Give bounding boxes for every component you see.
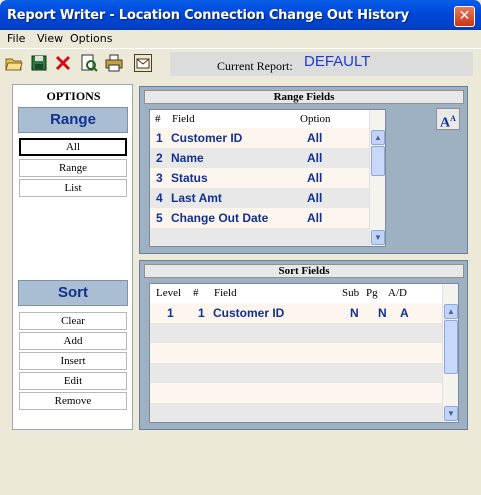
table-row[interactable]: 4 Last Amt All xyxy=(150,188,370,208)
col-num: # xyxy=(193,287,199,299)
row-num: 1 xyxy=(156,131,163,145)
sort-add-button[interactable]: Add xyxy=(19,332,127,350)
range-fields-grid: # Field Option 1 Customer ID All 2 Name … xyxy=(149,109,386,247)
table-row-empty xyxy=(150,403,442,422)
current-report-value: DEFAULT xyxy=(304,53,371,70)
sort-remove-button[interactable]: Remove xyxy=(19,392,127,410)
row-num: 3 xyxy=(156,171,163,185)
col-sub: Sub xyxy=(342,287,360,299)
window-title: Report Writer - Location Connection Chan… xyxy=(7,8,409,23)
col-option: Option xyxy=(300,113,331,125)
row-pg: N xyxy=(378,306,387,320)
table-row[interactable]: 2 Name All xyxy=(150,148,370,168)
save-icon[interactable] xyxy=(30,54,48,72)
row-num: 1 xyxy=(198,306,205,320)
row-field: Name xyxy=(171,151,204,165)
row-field: Change Out Date xyxy=(171,211,269,225)
table-row[interactable]: 3 Status All xyxy=(150,168,370,188)
row-num: 4 xyxy=(156,191,163,205)
row-option: All xyxy=(307,191,323,205)
col-field: Field xyxy=(172,113,195,125)
mail-icon[interactable] xyxy=(134,54,152,72)
row-sub: N xyxy=(350,306,359,320)
table-row[interactable]: 1 Customer ID All xyxy=(150,128,370,148)
scroll-thumb[interactable] xyxy=(371,146,385,176)
col-level: Level xyxy=(156,287,182,299)
sort-scrollbar[interactable]: ▲ ▼ xyxy=(442,284,458,422)
open-folder-icon[interactable] xyxy=(5,54,23,72)
range-range-button[interactable]: Range xyxy=(19,159,127,177)
delete-icon[interactable] xyxy=(54,54,72,72)
row-field: Last Amt xyxy=(171,191,222,205)
sort-header: Sort xyxy=(18,280,128,306)
title-bar: Report Writer - Location Connection Chan… xyxy=(0,0,481,30)
sort-insert-button[interactable]: Insert xyxy=(19,352,127,370)
print-icon[interactable] xyxy=(105,54,123,72)
preview-icon[interactable] xyxy=(80,54,98,72)
range-scrollbar[interactable]: ▲ ▼ xyxy=(369,110,385,246)
row-num: 2 xyxy=(156,151,163,165)
row-option: All xyxy=(307,151,323,165)
sort-grid-header: Level # Field Sub Pg A/D xyxy=(150,284,442,301)
scroll-up-icon[interactable]: ▲ xyxy=(371,130,385,145)
range-header: Range xyxy=(18,107,128,133)
table-row[interactable]: 5 Change Out Date All xyxy=(150,208,370,228)
col-num: # xyxy=(155,113,161,125)
table-row-empty xyxy=(150,343,442,363)
row-num: 5 xyxy=(156,211,163,225)
table-row-empty xyxy=(150,228,370,246)
row-field: Status xyxy=(171,171,208,185)
menu-bar: File View Options xyxy=(0,30,481,47)
table-row-empty xyxy=(150,363,442,383)
close-icon[interactable]: ✕ xyxy=(454,6,475,27)
table-row-empty xyxy=(150,383,442,403)
menu-view[interactable]: View xyxy=(37,32,63,45)
current-report-panel: Current Report: DEFAULT xyxy=(170,52,473,76)
scroll-down-icon[interactable]: ▼ xyxy=(444,406,458,421)
sort-fields-grid: Level # Field Sub Pg A/D 1 1 Customer ID… xyxy=(149,283,459,423)
sort-fields-group: Sort Fields Level # Field Sub Pg A/D 1 1… xyxy=(139,260,468,430)
sort-edit-button[interactable]: Edit xyxy=(19,372,127,390)
options-panel: OPTIONS Range All Range List Sort Clear … xyxy=(12,84,133,430)
col-ad: A/D xyxy=(388,287,407,299)
row-option: All xyxy=(307,131,323,145)
row-option: All xyxy=(307,171,323,185)
row-level: 1 xyxy=(167,306,174,320)
range-fields-group: Range Fields # Field Option 1 Customer I… xyxy=(139,86,468,254)
range-grid-header: # Field Option xyxy=(150,110,370,127)
font-button-label: A xyxy=(440,115,451,131)
status-bar xyxy=(0,480,481,495)
sort-fields-header: Sort Fields xyxy=(144,264,464,278)
range-fields-header: Range Fields xyxy=(144,90,464,104)
sort-clear-button[interactable]: Clear xyxy=(19,312,127,330)
scroll-down-icon[interactable]: ▼ xyxy=(371,230,385,245)
range-all-button[interactable]: All xyxy=(19,138,127,156)
row-option: All xyxy=(307,211,323,225)
menu-options[interactable]: Options xyxy=(70,32,112,45)
menu-file[interactable]: File xyxy=(7,32,25,45)
row-field: Customer ID xyxy=(171,131,243,145)
row-ad: A xyxy=(400,306,409,320)
row-field: Customer ID xyxy=(213,306,285,320)
col-field: Field xyxy=(214,287,237,299)
col-pg: Pg xyxy=(366,287,378,299)
options-title: OPTIONS xyxy=(46,89,101,103)
table-row-empty xyxy=(150,323,442,343)
current-report-label: Current Report: xyxy=(217,59,293,73)
table-row[interactable]: 1 1 Customer ID N N A xyxy=(150,303,442,323)
scroll-thumb[interactable] xyxy=(444,320,458,374)
font-size-icon[interactable]: AA xyxy=(436,108,460,131)
scroll-up-icon[interactable]: ▲ xyxy=(444,304,458,319)
range-list-button[interactable]: List xyxy=(19,179,127,197)
